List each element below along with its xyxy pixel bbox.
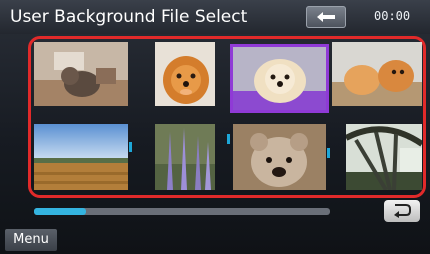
thumbnail-image xyxy=(155,42,215,106)
scroll-thumb[interactable] xyxy=(34,208,86,215)
thumbnail-item[interactable] xyxy=(34,42,128,106)
title-bar: User Background File Select 00:00 xyxy=(0,0,430,34)
menu-button[interactable]: Menu xyxy=(5,229,57,251)
scroll-bar[interactable] xyxy=(34,208,330,215)
return-arrow-icon xyxy=(394,204,411,218)
thumbnail-item[interactable] xyxy=(233,124,326,190)
thumbnail-item[interactable] xyxy=(233,47,326,110)
item-marker xyxy=(227,134,230,144)
thumbnail-image xyxy=(34,124,128,190)
return-button[interactable] xyxy=(384,200,420,222)
thumbnail-image xyxy=(233,47,326,110)
thumbnail-image xyxy=(233,124,326,190)
thumbnail-item[interactable] xyxy=(34,124,128,190)
item-marker xyxy=(327,148,330,158)
item-marker xyxy=(129,142,132,152)
thumbnail-item[interactable] xyxy=(155,42,215,106)
thumbnail-image xyxy=(332,42,422,106)
thumbnail-item[interactable] xyxy=(346,124,422,190)
thumbnail-image xyxy=(346,124,422,190)
back-arrow-icon xyxy=(317,12,335,22)
thumbnail-item[interactable] xyxy=(332,42,422,106)
thumbnail-image xyxy=(155,124,215,190)
back-button[interactable] xyxy=(306,6,346,28)
thumbnail-image xyxy=(34,42,128,106)
clock: 00:00 xyxy=(374,9,411,23)
screen: User Background File Select 00:00 Menu xyxy=(0,0,430,254)
thumbnail-item[interactable] xyxy=(155,124,215,190)
page-title: User Background File Select xyxy=(10,7,248,27)
